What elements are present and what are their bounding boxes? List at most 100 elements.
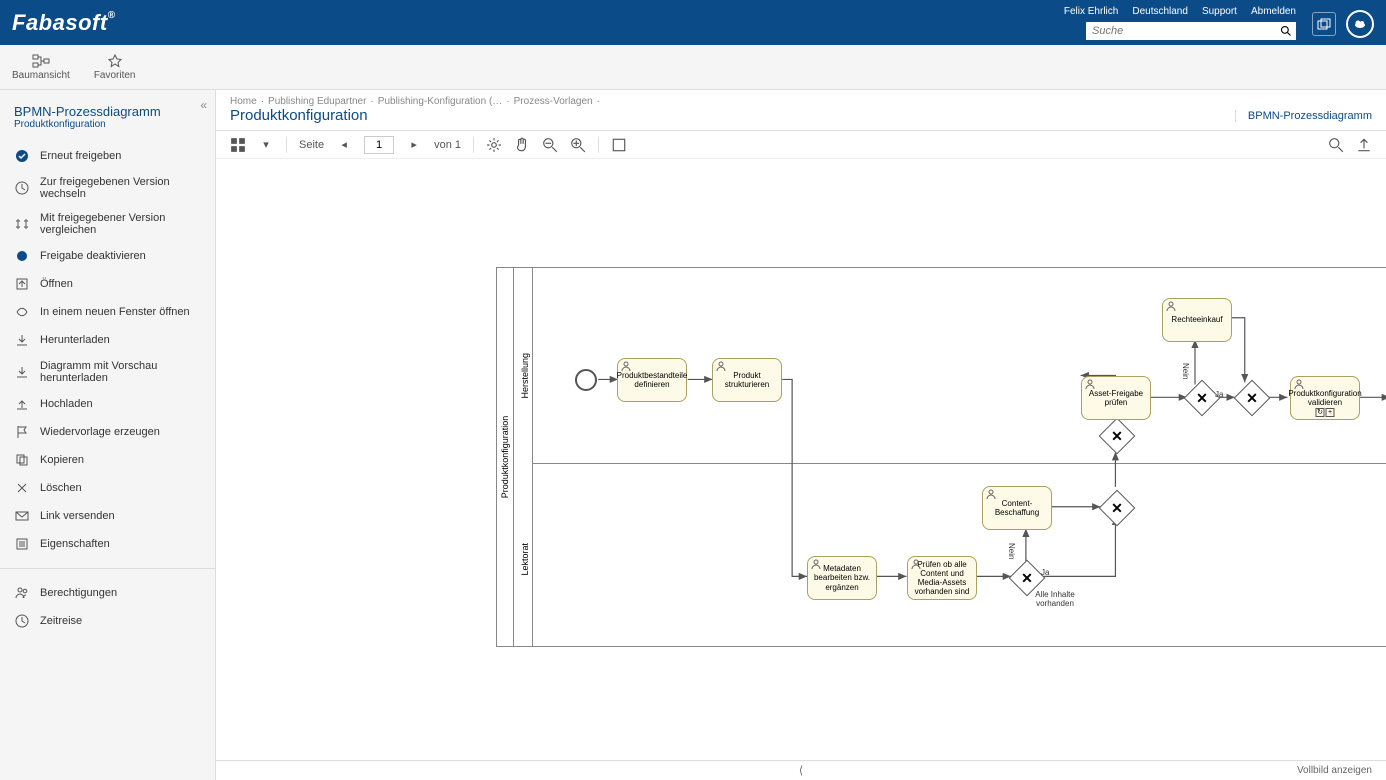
action-resubmit[interactable]: Wiedervorlage erzeugen xyxy=(0,418,215,446)
collapse-sidebar-icon[interactable]: « xyxy=(200,98,207,112)
bc-2[interactable]: Publishing-Konfiguration (… xyxy=(378,96,503,107)
action-download-preview[interactable]: Diagramm mit Vorschau herunterladen xyxy=(0,354,215,390)
label-nein2: Nein xyxy=(1181,363,1190,379)
app-header: Fabasoft Felix Ehrlich Deutschland Suppo… xyxy=(0,0,1386,45)
collapse-footer-icon[interactable]: ⟨ xyxy=(799,764,803,777)
tree-view-button[interactable]: Baumansicht xyxy=(12,54,70,81)
action-open[interactable]: Öffnen xyxy=(0,270,215,298)
history-icon xyxy=(14,613,30,629)
dot-icon xyxy=(14,248,30,264)
region-link[interactable]: Deutschland xyxy=(1132,6,1188,17)
action-copy[interactable]: Kopieren xyxy=(0,446,215,474)
header-icons xyxy=(1312,10,1374,38)
sidebar-header: BPMN-Prozessdiagramm Produktkonfiguratio… xyxy=(0,90,215,136)
task-content-procurement: Content-Beschaffung xyxy=(982,486,1052,530)
sidebar-divider xyxy=(0,568,215,569)
sidebar-subtitle: Produktkonfiguration xyxy=(14,119,201,130)
users-icon xyxy=(14,585,30,601)
action-deactivate-release[interactable]: Freigabe deaktivieren xyxy=(0,242,215,270)
action-delete[interactable]: Löschen xyxy=(0,474,215,502)
of-label: von 1 xyxy=(434,139,461,151)
support-link[interactable]: Support xyxy=(1202,6,1237,17)
action-open-new-window[interactable]: In einem neuen Fenster öffnen xyxy=(0,298,215,326)
gateway-merge-3: ✕ xyxy=(1234,380,1271,417)
diagram-canvas[interactable]: Produktkonfiguration Herstellung Lektora… xyxy=(216,159,1386,760)
viewer-toolbar: ▾ Seite ◂ ▸ von 1 xyxy=(216,131,1386,159)
action-send-link[interactable]: Link versenden xyxy=(0,502,215,530)
zoom-in-icon[interactable] xyxy=(570,137,586,153)
clock-icon xyxy=(14,180,30,196)
action-timetravel[interactable]: Zeitreise xyxy=(0,607,215,635)
lane2-label: Lektorat xyxy=(520,543,530,576)
task-check-assets: Prüfen ob alle Content und Media-Assets … xyxy=(907,556,977,600)
task-structure-product: Produkt strukturieren xyxy=(712,358,782,402)
download-icon xyxy=(14,364,30,380)
lane1-label: Herstellung xyxy=(520,353,530,399)
prev-page-icon[interactable]: ◂ xyxy=(336,137,352,153)
action-compare-version[interactable]: Mit freigegebener Version vergleichen xyxy=(0,206,215,242)
check-circle-icon xyxy=(14,148,30,164)
breadcrumb: Home· Publishing Edupartner· Publishing-… xyxy=(216,90,1386,107)
delete-icon xyxy=(14,480,30,496)
gateway-merge-1: ✕ xyxy=(1099,490,1136,527)
search-in-doc-icon[interactable] xyxy=(1328,137,1344,153)
page-type: BPMN-Prozessdiagramm xyxy=(1235,110,1372,122)
thumbnails-icon[interactable] xyxy=(230,137,246,153)
sidebar-title: BPMN-Prozessdiagramm xyxy=(14,104,201,119)
task-rights-purchase: Rechteeinkauf xyxy=(1162,298,1232,342)
properties-icon xyxy=(14,536,30,552)
main-content: Home· Publishing Edupartner· Publishing-… xyxy=(216,90,1386,780)
expand-icon[interactable] xyxy=(1356,137,1372,153)
action-properties[interactable]: Eigenschaften xyxy=(0,530,215,558)
page-title: Produktkonfiguration xyxy=(230,107,1235,124)
cloud-icon[interactable] xyxy=(1346,10,1374,38)
mail-icon xyxy=(14,508,30,524)
label-ja: Ja xyxy=(1041,568,1049,577)
flag-icon xyxy=(14,424,30,440)
download-icon xyxy=(14,332,30,348)
sidebar: « BPMN-Prozessdiagramm Produktkonfigurat… xyxy=(0,90,216,780)
label-nein: Nein xyxy=(1007,543,1016,559)
action-upload[interactable]: Hochladen xyxy=(0,390,215,418)
page-input[interactable] xyxy=(364,136,394,154)
fullscreen-link[interactable]: Vollbild anzeigen xyxy=(1297,765,1372,776)
bc-1[interactable]: Publishing Edupartner xyxy=(268,96,366,107)
new-window-icon xyxy=(14,304,30,320)
upload-icon xyxy=(14,396,30,412)
task-define-parts: Produktbestandteile definieren xyxy=(617,358,687,402)
dropdown-arrow-icon[interactable]: ▾ xyxy=(258,137,274,153)
header-links: Felix Ehrlich Deutschland Support Abmeld… xyxy=(1064,6,1296,17)
search-button[interactable] xyxy=(1276,22,1296,40)
favorites-button[interactable]: Favoriten xyxy=(94,54,136,81)
next-page-icon[interactable]: ▸ xyxy=(406,137,422,153)
bpmn-diagram: Produktkonfiguration Herstellung Lektora… xyxy=(496,267,1386,647)
footer: ⟨ Vollbild anzeigen xyxy=(216,760,1386,780)
label-alle: Alle Inhalte vorhanden xyxy=(1025,590,1085,608)
gateway-merge-2: ✕ xyxy=(1099,418,1136,455)
zoom-out-icon[interactable] xyxy=(542,137,558,153)
hand-icon[interactable] xyxy=(514,137,530,153)
action-release[interactable]: Erneut freigeben xyxy=(0,142,215,170)
task-validate-config: Produktkonfiguration validieren↻+ xyxy=(1290,376,1360,420)
label-ja2: Ja xyxy=(1215,390,1223,399)
window-icon[interactable] xyxy=(1312,12,1336,36)
action-download[interactable]: Herunterladen xyxy=(0,326,215,354)
logout-link[interactable]: Abmelden xyxy=(1251,6,1296,17)
action-switch-version[interactable]: Zur freigegebenen Version wechseln xyxy=(0,170,215,206)
page-title-row: Produktkonfiguration BPMN-Prozessdiagram… xyxy=(216,107,1386,131)
fit-icon[interactable] xyxy=(611,137,627,153)
action-permissions[interactable]: Berechtigungen xyxy=(0,579,215,607)
copy-icon xyxy=(14,452,30,468)
user-link[interactable]: Felix Ehrlich xyxy=(1064,6,1118,17)
start-event xyxy=(575,369,597,391)
sidebar-actions: Erneut freigeben Zur freigegebenen Versi… xyxy=(0,136,215,564)
bc-home[interactable]: Home xyxy=(230,96,257,107)
sidebar-actions-2: Berechtigungen Zeitreise xyxy=(0,573,215,641)
brand-logo: Fabasoft xyxy=(12,10,116,36)
search-input[interactable] xyxy=(1086,22,1276,40)
bc-3[interactable]: Prozess-Vorlagen xyxy=(514,96,593,107)
page-label: Seite xyxy=(299,139,324,151)
compare-icon xyxy=(14,216,30,232)
pool-label: Produktkonfiguration xyxy=(500,416,510,499)
gear-icon[interactable] xyxy=(486,137,502,153)
